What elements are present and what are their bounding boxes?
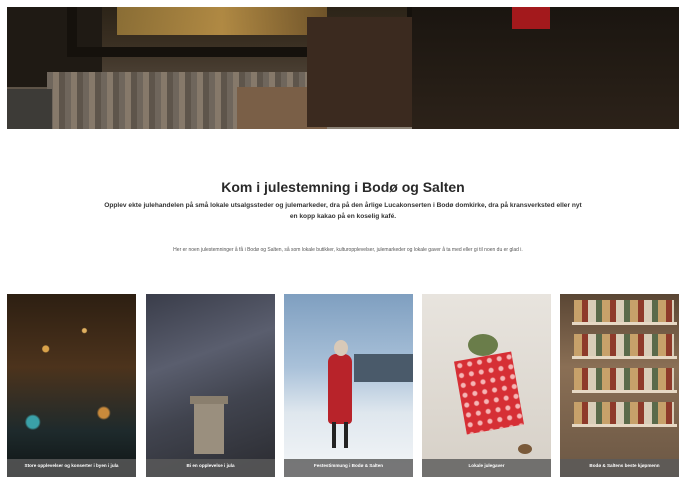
card-image (284, 294, 413, 477)
card-caption: Festestimmung i Bodø & Salten (284, 459, 413, 477)
card-image (422, 294, 551, 477)
card-image (7, 294, 136, 477)
page-frame: Kom i julestemning i Bodø og Salten Oppl… (7, 7, 679, 477)
page-title: Kom i julestemning i Bodø og Salten (221, 179, 465, 195)
card-caption: Store opplevelser og konserter i byen i … (7, 459, 136, 477)
card-caption: Lokale julegaver (422, 459, 551, 477)
intro-small-text: Her er noen julestemninger å få i Bodø o… (173, 247, 523, 253)
card-caption: Bi en opplevelse i jula (146, 459, 275, 477)
card-image (146, 294, 275, 477)
intro-lead: Opplev ekte julehandelen på små lokale u… (104, 202, 582, 220)
card-shops[interactable]: Bodø & Saltens beste kjøpmenn (560, 294, 679, 477)
card-festive[interactable]: Festestimmung i Bodø & Salten (284, 294, 413, 477)
card-caption: Bodø & Saltens beste kjøpmenn (560, 459, 679, 477)
card-experience[interactable]: Bi en opplevelse i jula (146, 294, 275, 477)
intro-section: Kom i julestemning i Bodø og Salten Oppl… (7, 129, 679, 289)
card-grid: Store opplevelser og konserter i byen i … (7, 294, 679, 477)
card-local-gifts[interactable]: Lokale julegaver (422, 294, 551, 477)
hero-image (7, 7, 679, 129)
card-concerts[interactable]: Store opplevelser og konserter i byen i … (7, 294, 136, 477)
card-image (560, 294, 679, 477)
